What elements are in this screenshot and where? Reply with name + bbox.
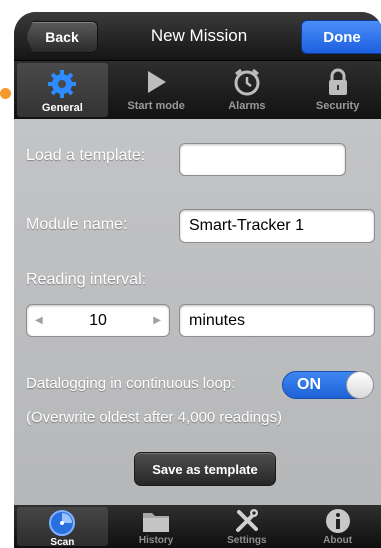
page-title: New Mission <box>150 26 248 45</box>
loop-note: (Overwrite oldest after 4,000 readings) <box>26 409 282 426</box>
template-label: Load a template: <box>26 147 146 164</box>
tab-settings[interactable]: Settings <box>202 505 293 548</box>
lock-icon <box>321 65 355 99</box>
decrement-arrow-icon[interactable]: ◀ <box>35 315 43 326</box>
back-button[interactable]: Back <box>26 21 98 53</box>
tab-alarms[interactable]: Alarms <box>202 61 293 119</box>
section-tab-bar: General Start mode Alarms Security <box>14 61 381 119</box>
tab-general[interactable]: General <box>17 63 108 117</box>
tab-start-mode-label: Start mode <box>127 100 185 112</box>
interval-unit-field[interactable]: minutes <box>179 304 375 337</box>
info-icon <box>322 507 354 535</box>
bottom-tab-bar: Scan History Settings About <box>14 505 381 548</box>
toggle-knob <box>346 371 374 399</box>
tab-security-label: Security <box>315 100 360 112</box>
tab-history-label: History <box>138 535 174 546</box>
tab-scan[interactable]: Scan <box>17 507 108 548</box>
pointer-marker-dot <box>0 88 11 99</box>
tab-about-label: About <box>323 535 353 546</box>
module-name-field[interactable]: Smart-Tracker 1 <box>179 209 375 243</box>
general-settings-panel: Load a template: Module name: Smart-Trac… <box>14 119 381 505</box>
tab-history[interactable]: History <box>111 505 202 548</box>
alarm-clock-icon <box>230 65 264 99</box>
scan-icon <box>46 509 78 537</box>
tab-settings-label: Settings <box>227 535 267 546</box>
interval-value: 10 <box>89 311 107 329</box>
tab-general-label: General <box>41 102 83 114</box>
gear-icon <box>45 67 79 101</box>
interval-stepper[interactable]: ◀ 10 ▶ <box>26 304 170 337</box>
folder-icon <box>140 507 172 535</box>
reading-interval-label: Reading interval: <box>26 271 147 288</box>
phone-screen: Back New Mission Done General Start mode… <box>14 12 381 548</box>
save-as-template-button[interactable]: Save as template <box>134 452 276 486</box>
loop-label: Datalogging in continuous loop: <box>26 375 236 392</box>
play-icon <box>139 65 173 99</box>
navigation-bar: Back New Mission Done <box>14 12 381 61</box>
template-field[interactable] <box>179 143 346 176</box>
tab-start-mode[interactable]: Start mode <box>111 61 202 119</box>
tab-about[interactable]: About <box>292 505 381 548</box>
tab-scan-label: Scan <box>50 537 75 548</box>
done-button[interactable]: Done <box>301 20 381 54</box>
tools-icon <box>231 507 263 535</box>
continuous-loop-toggle[interactable]: ON <box>282 371 374 399</box>
increment-arrow-icon[interactable]: ▶ <box>153 315 161 326</box>
tab-security[interactable]: Security <box>292 61 381 119</box>
tab-alarms-label: Alarms <box>228 100 266 112</box>
toggle-on-text: ON <box>297 376 321 393</box>
module-name-label: Module name: <box>26 216 128 233</box>
